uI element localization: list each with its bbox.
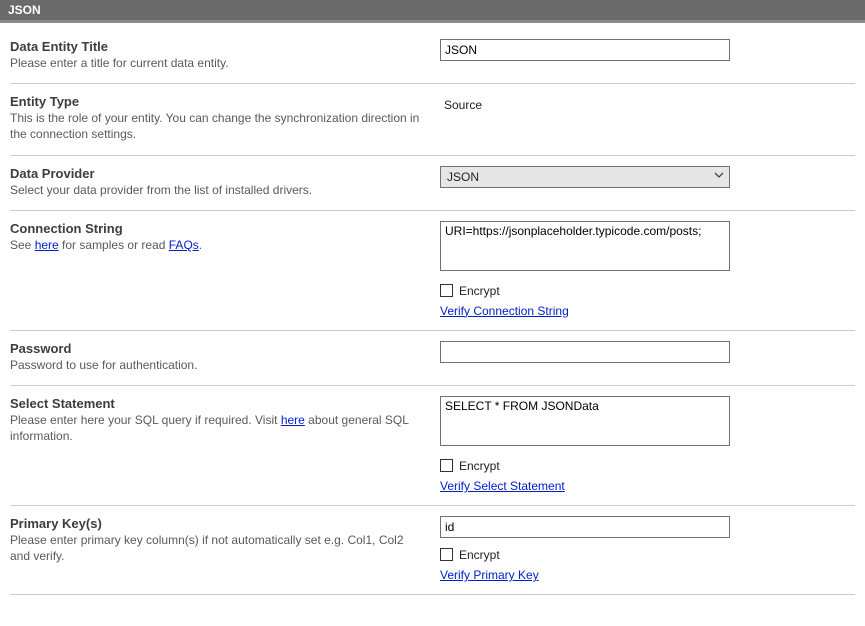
checkbox-icon (440, 459, 453, 472)
title-help: Please enter a title for current data en… (10, 55, 420, 71)
entity-type-help: This is the role of your entity. You can… (10, 110, 420, 142)
titlebar-text: JSON (8, 3, 41, 17)
entity-type-label: Entity Type (10, 94, 420, 109)
select-encrypt-label: Encrypt (459, 459, 500, 473)
row-password: Password Password to use for authenticat… (10, 331, 855, 386)
pk-label: Primary Key(s) (10, 516, 420, 531)
select-help: Please enter here your SQL query if requ… (10, 412, 420, 444)
verify-select-link[interactable]: Verify Select Statement (440, 479, 565, 493)
pk-encrypt-label: Encrypt (459, 548, 500, 562)
connection-help: See here for samples or read FAQs. (10, 237, 420, 253)
row-select: Select Statement Please enter here your … (10, 386, 855, 506)
connection-encrypt-checkbox[interactable]: Encrypt (440, 284, 795, 298)
connection-here-link[interactable]: here (35, 238, 59, 252)
password-help: Password to use for authentication. (10, 357, 420, 373)
password-label: Password (10, 341, 420, 356)
pk-input[interactable] (440, 516, 730, 538)
title-label: Data Entity Title (10, 39, 420, 54)
connection-label: Connection String (10, 221, 420, 236)
form: Data Entity Title Please enter a title f… (0, 23, 865, 615)
connection-input[interactable] (440, 221, 730, 271)
provider-label: Data Provider (10, 166, 420, 181)
password-input[interactable] (440, 341, 730, 363)
title-input[interactable] (440, 39, 730, 61)
select-label: Select Statement (10, 396, 420, 411)
select-input[interactable] (440, 396, 730, 446)
row-primary-key: Primary Key(s) Please enter primary key … (10, 506, 855, 595)
checkbox-icon (440, 284, 453, 297)
provider-select[interactable]: JSON (440, 166, 730, 188)
entity-type-value: Source (440, 94, 795, 112)
provider-help: Select your data provider from the list … (10, 182, 420, 198)
verify-connection-link[interactable]: Verify Connection String (440, 304, 569, 318)
provider-select-value: JSON (440, 166, 730, 188)
select-here-link[interactable]: here (281, 413, 305, 427)
connection-encrypt-label: Encrypt (459, 284, 500, 298)
row-connection: Connection String See here for samples o… (10, 211, 855, 331)
row-entity-type: Entity Type This is the role of your ent… (10, 84, 855, 155)
pk-help: Please enter primary key column(s) if no… (10, 532, 420, 564)
checkbox-icon (440, 548, 453, 561)
pk-encrypt-checkbox[interactable]: Encrypt (440, 548, 795, 562)
row-title: Data Entity Title Please enter a title f… (10, 33, 855, 84)
titlebar: JSON (0, 0, 865, 23)
select-encrypt-checkbox[interactable]: Encrypt (440, 459, 795, 473)
connection-faqs-link[interactable]: FAQs (169, 238, 199, 252)
verify-pk-link[interactable]: Verify Primary Key (440, 568, 539, 582)
row-provider: Data Provider Select your data provider … (10, 156, 855, 211)
